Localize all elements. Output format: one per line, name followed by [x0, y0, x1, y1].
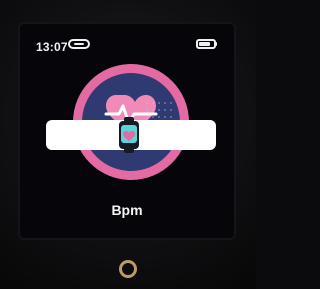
- battery-icon: [196, 39, 217, 49]
- link-icon: [68, 39, 90, 49]
- status-time: 13:07: [36, 40, 68, 54]
- home-button[interactable]: [119, 260, 137, 278]
- watch-icon: [119, 117, 139, 153]
- device-photo: 13:07 Bpm: [0, 0, 256, 289]
- wrist-hand: [180, 120, 216, 150]
- bpm-label: Bpm: [111, 202, 143, 218]
- watch-screen: 13:07 Bpm: [18, 22, 236, 240]
